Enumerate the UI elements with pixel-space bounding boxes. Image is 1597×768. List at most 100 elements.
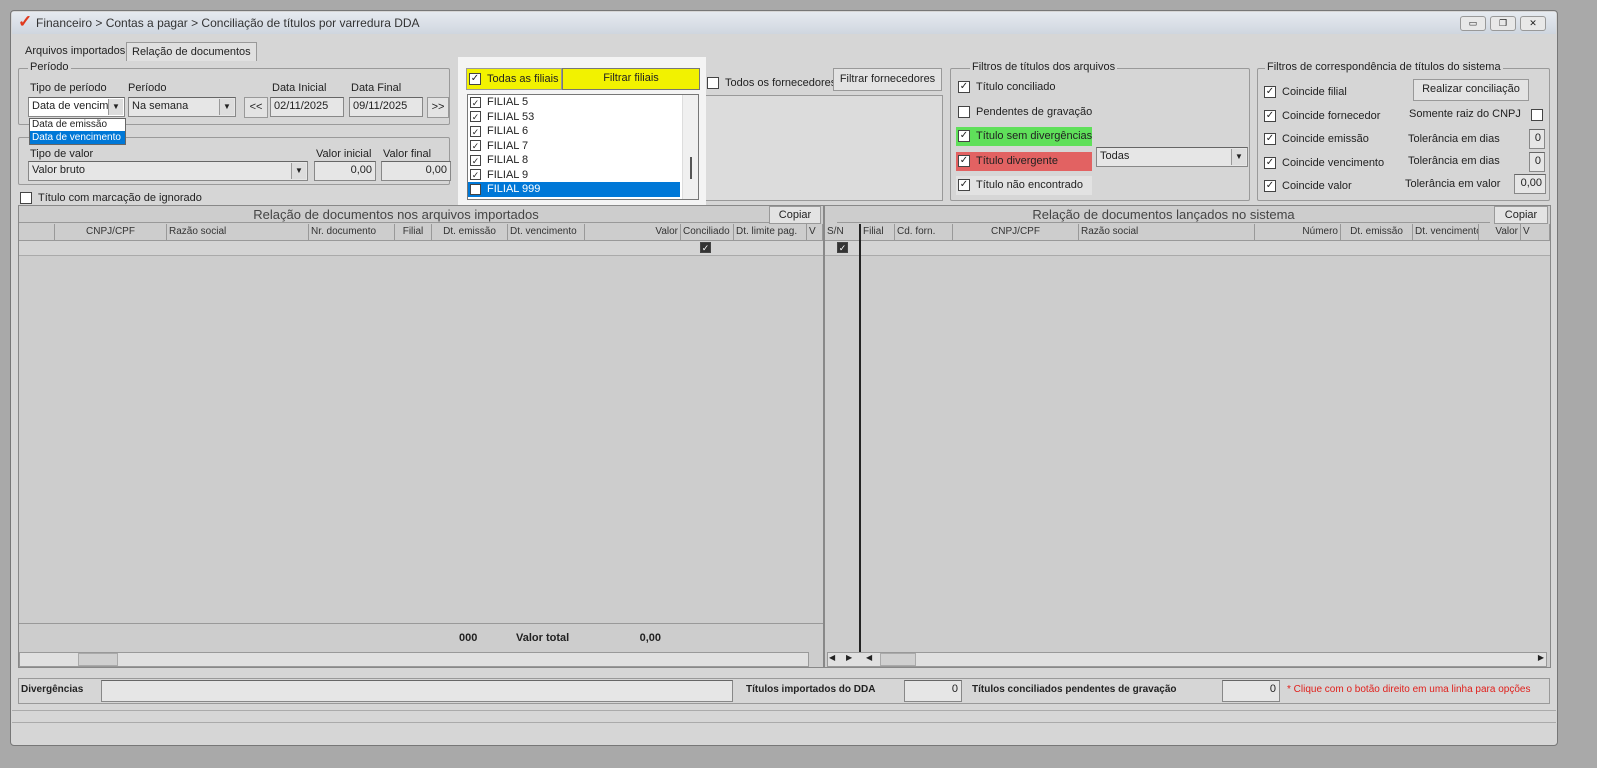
filtro-sistema-checkbox[interactable]: ✓ Coincide valor [1262, 177, 1352, 195]
data-inicial-input[interactable]: 02/11/2025 [270, 97, 344, 117]
tab-arquivos-importados[interactable]: Arquivos importados [20, 42, 130, 61]
realizar-conciliacao-button[interactable]: Realizar conciliação [1413, 79, 1529, 101]
dropdown-option[interactable]: Data de emissão [30, 119, 125, 131]
data-final-label: Data Final [351, 82, 402, 94]
column-header[interactable]: Número [1255, 224, 1341, 240]
filtro-arquivo-checkbox[interactable]: Pendentes de gravação [956, 103, 1092, 122]
sn-checkbox[interactable]: ✓ [837, 242, 848, 253]
filiais-scrollbar[interactable] [682, 95, 698, 199]
data-final-input[interactable]: 09/11/2025 [349, 97, 423, 117]
filiais-list[interactable]: ✓ FILIAL 5 ✓ FILIAL 53 ✓ FILIAL 6 ✓ FILIAL 7 ✓ FI… [467, 94, 699, 200]
periodo-label: Período [128, 82, 167, 94]
column-header[interactable]: Dt. limite pag. [734, 224, 807, 240]
filial-label: FILIAL 5 [487, 96, 529, 108]
tipo-periodo-select[interactable]: Data de vencim ▼ [28, 97, 125, 117]
right-copy-button[interactable]: Copiar [1494, 206, 1548, 224]
column-header[interactable]: S/N [825, 224, 861, 240]
column-header[interactable]: Valor [1479, 224, 1521, 240]
tipo-periodo-dropdown: Data de emissão Data de vencimento [29, 118, 126, 145]
column-header[interactable]: V [807, 224, 823, 240]
table-row[interactable]: ✓ [825, 241, 1550, 256]
column-header[interactable]: Razão social [167, 224, 309, 240]
left-grid-footer: 000 Valor total 0,00 [19, 623, 823, 653]
filtro-sistema-label: Coincide filial [1282, 86, 1347, 98]
filtro-sistema-label: Coincide emissão [1282, 133, 1369, 145]
checkbox-icon [20, 192, 32, 205]
left-copy-button[interactable]: Copiar [769, 206, 821, 224]
filial-item[interactable]: ✓ FILIAL 53 [468, 110, 680, 125]
divergente-select[interactable]: Todas ▼ [1096, 147, 1248, 167]
right-grid: Relação de documentos lançados no sistem… [824, 205, 1551, 668]
filtro-sistema-checkbox[interactable]: ✓ Coincide filial [1262, 83, 1347, 101]
maximize-button[interactable]: ❐ [1490, 16, 1516, 31]
tolerancia-dias-vencimento-input[interactable]: 0 [1529, 152, 1545, 172]
column-header[interactable]: Filial [861, 224, 895, 240]
importados-value: 0 [904, 680, 962, 702]
tolerancia-dias-emissao-input[interactable]: 0 [1529, 129, 1545, 149]
column-header[interactable]: Conciliado [681, 224, 734, 240]
filial-item[interactable]: ✓ FILIAL 999 [468, 182, 680, 197]
filtros-arquivos-legend: Filtros de títulos dos arquivos [970, 61, 1118, 73]
filtro-arquivo-label: Título divergente [976, 154, 1058, 167]
next-period-button[interactable]: >> [427, 97, 449, 118]
filtro-arquivo-checkbox[interactable]: ✓ Título não encontrado [956, 176, 1092, 195]
filial-item[interactable]: ✓ FILIAL 6 [468, 124, 680, 139]
footer-count: 000 [459, 632, 478, 644]
importados-label: Títulos importados do DDA [746, 684, 876, 695]
left-horizontal-scrollbar[interactable] [19, 652, 809, 667]
column-header[interactable]: Razão social [1079, 224, 1255, 240]
valor-inicial-input[interactable]: 0,00 [314, 161, 376, 181]
conciliado-checkbox[interactable]: ✓ [700, 242, 711, 253]
column-header[interactable]: Valor [585, 224, 681, 240]
filtro-arquivo-checkbox[interactable]: ✓ Título divergente [956, 151, 1092, 171]
fornecedores-list[interactable] [705, 95, 943, 201]
filial-label: FILIAL 53 [487, 110, 535, 123]
close-button[interactable]: ✕ [1520, 16, 1546, 31]
filtrar-fornecedores-button[interactable]: Filtrar fornecedores [833, 68, 942, 91]
tab-relacao-documentos[interactable]: Relação de documentos [126, 42, 257, 61]
todos-fornecedores-checkbox[interactable]: Todos os fornecedores [705, 74, 836, 92]
column-header[interactable]: Dt. vencimento [1413, 224, 1479, 240]
tolerancia-valor-input[interactable]: 0,00 [1514, 174, 1546, 194]
dropdown-option-selected[interactable]: Data de vencimento [30, 131, 125, 144]
filtro-arquivo-checkbox[interactable]: ✓ Título conciliado [956, 78, 1092, 97]
divergencias-field[interactable] [101, 680, 733, 702]
table-row[interactable]: ✓ [19, 241, 823, 256]
filial-label: FILIAL 6 [487, 125, 529, 137]
checkbox-icon: ✓ [1264, 180, 1276, 193]
column-header[interactable]: V [1521, 224, 1550, 240]
column-header[interactable]: CNPJ/CPF [953, 224, 1079, 240]
filial-item[interactable]: ✓ FILIAL 9 [468, 168, 680, 183]
column-header[interactable]: Dt. vencimento [508, 224, 585, 240]
column-header[interactable]: Dt. emissão [432, 224, 508, 240]
minimize-button[interactable]: ▭ [1460, 16, 1486, 31]
filtro-sistema-checkbox[interactable]: ✓ Coincide emissão [1262, 130, 1369, 148]
filtro-sistema-checkbox[interactable]: ✓ Coincide vencimento [1262, 154, 1384, 172]
checkbox-icon: ✓ [470, 154, 481, 166]
prev-period-button[interactable]: << [244, 97, 268, 118]
valor-final-input[interactable]: 0,00 [381, 161, 451, 181]
column-header[interactable]: Filial [395, 224, 432, 240]
column-header[interactable]: CNPJ/CPF [55, 224, 167, 240]
tipo-periodo-value: Data de vencim [32, 100, 109, 112]
column-header[interactable]: Dt. emissão [1341, 224, 1413, 240]
filtro-arquivo-checkbox[interactable]: ✓ Título sem divergências [956, 127, 1092, 146]
filial-item[interactable]: ✓ FILIAL 7 [468, 139, 680, 154]
footer-total-label: Valor total [516, 632, 570, 644]
filtro-sistema-label: Coincide vencimento [1282, 156, 1385, 169]
column-header[interactable]: Cd. forn. [895, 224, 953, 240]
filtrar-filiais-button[interactable]: Filtrar filiais [562, 68, 700, 90]
periodo-select[interactable]: Na semana ▼ [128, 97, 236, 117]
column-header[interactable]: Nr. documento [309, 224, 395, 240]
right-horizontal-scrollbar[interactable]: ◀ ▶ ◀ ▶ [827, 652, 1547, 667]
filiais-panel: ✓ Todas as filiais Filtrar filiais ✓ FILIA… [458, 57, 706, 205]
todas-filiais-checkbox[interactable]: ✓ Todas as filiais [466, 68, 562, 90]
filtro-sistema-checkbox[interactable]: ✓ Coincide fornecedor [1262, 107, 1380, 125]
column-header[interactable] [19, 224, 55, 240]
tipo-valor-select[interactable]: Valor bruto ▼ [28, 161, 308, 181]
filial-item[interactable]: ✓ FILIAL 8 [468, 153, 680, 168]
checkbox-icon: ✓ [958, 154, 970, 167]
filial-label: FILIAL 9 [487, 168, 529, 181]
filial-item[interactable]: ✓ FILIAL 5 [468, 95, 680, 110]
somente-raiz-checkbox[interactable] [1531, 109, 1543, 121]
